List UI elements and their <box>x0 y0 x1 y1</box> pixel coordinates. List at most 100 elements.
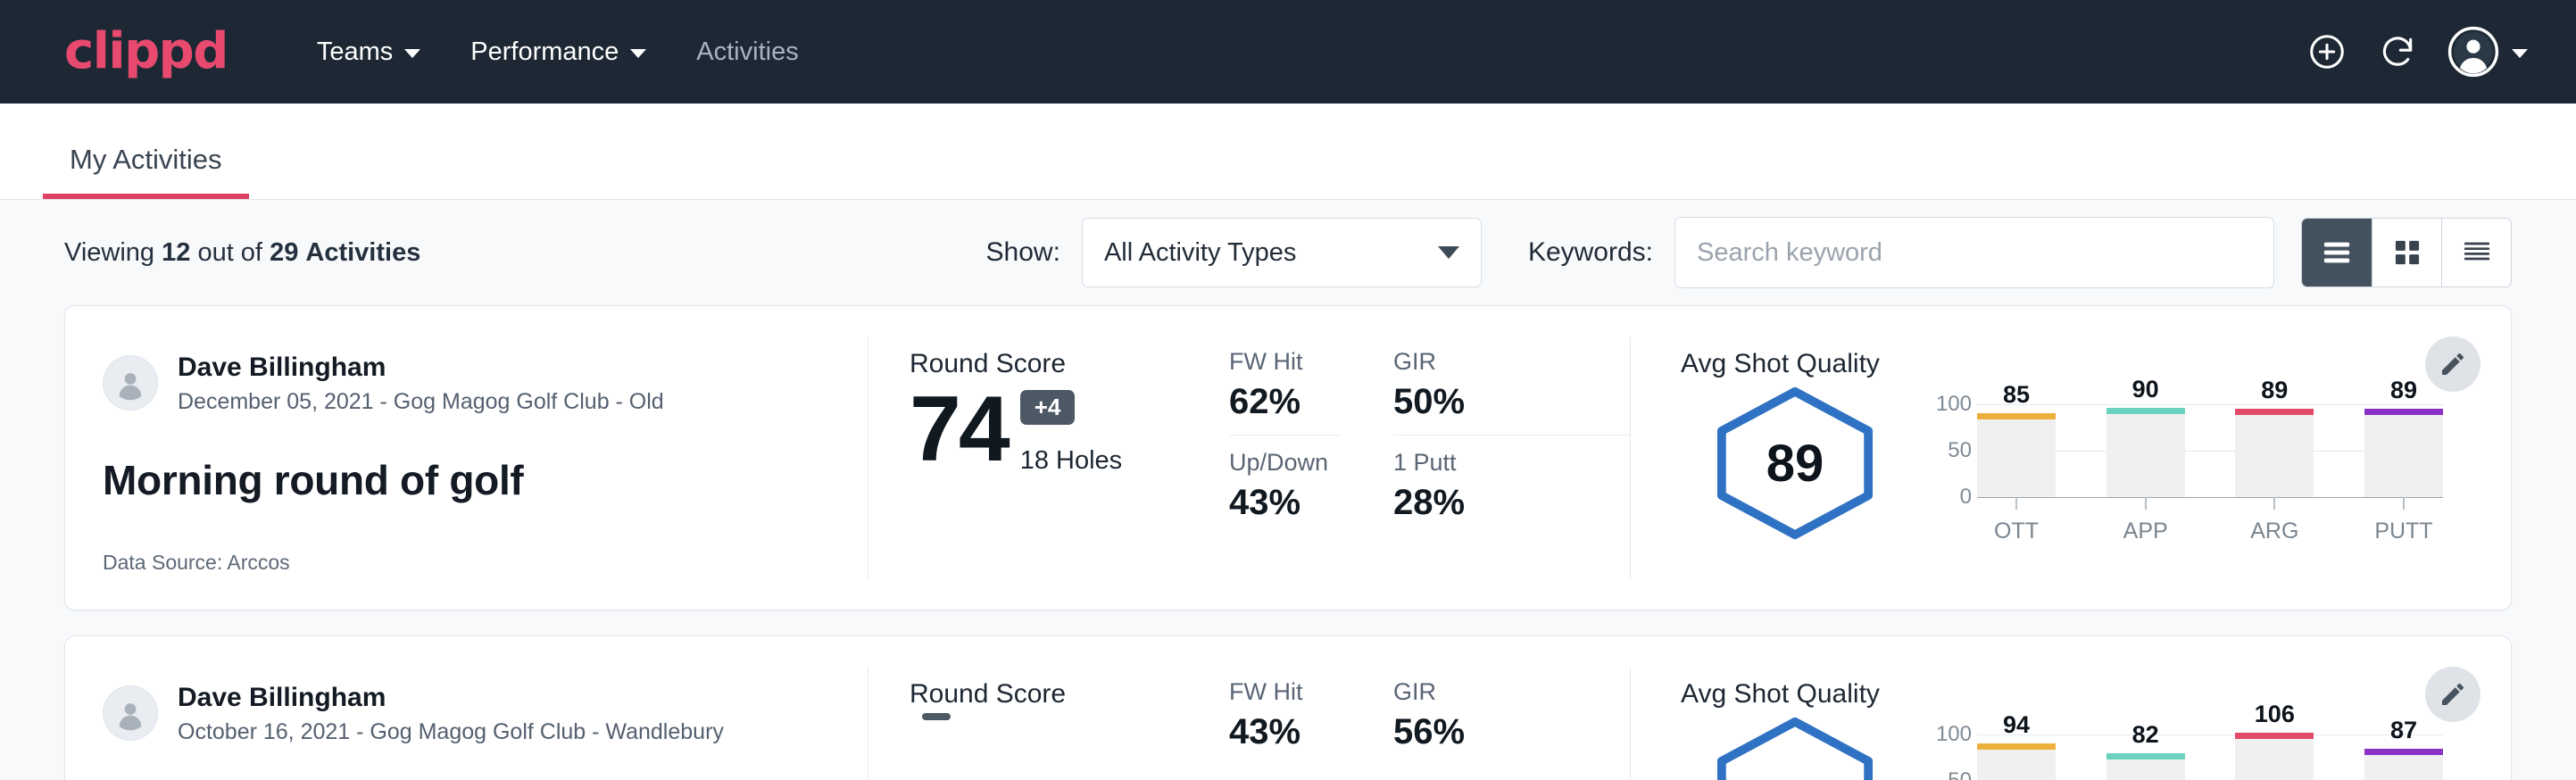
data-source: Data Source: Arccos <box>103 551 868 575</box>
bar-putt: 89 <box>2364 404 2443 497</box>
round-score-value-row <box>910 713 1229 780</box>
viewing-total: 29 <box>270 238 298 267</box>
activity-title: Morning round of golf <box>103 456 868 504</box>
round-score-section: Round Score 74 +4 18 Holes <box>868 306 1229 610</box>
bar-value: 106 <box>2235 701 2314 728</box>
avg-shot-quality-label: Avg Shot Quality <box>1681 679 2511 709</box>
activity-card[interactable]: Dave Billingham December 05, 2021 - Gog … <box>64 305 2512 610</box>
avg-shot-quality-section: Avg Shot Quality 89 100 50 0 <box>1631 306 2511 610</box>
quality-score: 89 <box>1708 385 1882 542</box>
user-avatar-icon <box>112 695 148 731</box>
chart-x-axis: OTT APP ARG PUTT <box>1977 497 2443 544</box>
user-menu[interactable] <box>2447 26 2528 78</box>
round-stats: FW Hit 62% GIR 50% Up/Down 43% 1 Putt 28… <box>1229 306 1631 610</box>
nav-item-label: Performance <box>470 37 619 67</box>
chart-bars: 94 82 106 <box>1977 734 2443 780</box>
bar-ott: 94 <box>1977 734 2056 780</box>
bar-value: 87 <box>2364 717 2443 744</box>
refresh-icon[interactable] <box>2378 32 2417 71</box>
avg-shot-quality-section: Avg Shot Quality 100 50 0 <box>1631 636 2511 780</box>
avatar <box>103 355 158 411</box>
bar-value: 82 <box>2107 721 2185 749</box>
pencil-icon <box>2439 350 2467 378</box>
x-label-ott: OTT <box>1977 519 2056 544</box>
tab-label: My Activities <box>70 144 222 175</box>
chevron-down-icon <box>404 49 420 58</box>
grid-view-icon <box>2393 238 2422 267</box>
score-delta-badge: +4 <box>1020 390 1076 425</box>
stat-label: 1 Putt <box>1393 448 1631 478</box>
search-input[interactable] <box>1674 217 2274 288</box>
stat-value: 56% <box>1393 708 1631 756</box>
top-navigation-bar: clippd Teams Performance Activities <box>0 0 2576 104</box>
stat-value: 28% <box>1393 478 1631 527</box>
bar-putt: 87 <box>2364 734 2443 780</box>
nav-item-label: Activities <box>696 37 798 67</box>
chevron-down-icon <box>1438 246 1459 259</box>
user-avatar-icon <box>2447 26 2499 78</box>
stat-gir: GIR 56% <box>1393 677 1631 756</box>
edit-activity-button[interactable] <box>2425 667 2480 722</box>
tab-my-activities[interactable]: My Activities <box>64 144 228 199</box>
activity-card[interactable]: Dave Billingham October 16, 2021 - Gog M… <box>64 635 2512 780</box>
bar-value: 89 <box>2235 377 2314 404</box>
main-content: Viewing 12 out of 29 Activities Show: Al… <box>0 200 2576 780</box>
round-score-value: 74 <box>910 383 1008 476</box>
stat-value: 43% <box>1229 708 1340 756</box>
quality-hexagon: 89 <box>1708 385 1882 542</box>
bar-app: 90 <box>2107 404 2185 497</box>
activity-info: Dave Billingham December 05, 2021 - Gog … <box>65 306 868 610</box>
view-toggle-group <box>2301 218 2512 287</box>
stat-gir: GIR 50% <box>1393 347 1631 448</box>
activity-type-select[interactable]: All Activity Types <box>1082 218 1482 287</box>
app-logo[interactable]: clippd <box>64 27 228 77</box>
bar-value: 90 <box>2107 376 2185 403</box>
edit-activity-button[interactable] <box>2425 336 2480 392</box>
stat-label: Up/Down <box>1229 448 1340 478</box>
primary-nav: Teams Performance Activities <box>292 0 824 104</box>
bar-arg: 106 <box>2235 734 2314 780</box>
shot-quality-chart: 100 50 0 94 82 <box>1925 715 2443 780</box>
stat-fw-hit: FW Hit 43% <box>1229 677 1340 756</box>
x-label-arg: ARG <box>2235 519 2314 544</box>
y-tick-100: 100 <box>1925 722 1972 747</box>
avg-shot-quality-label: Avg Shot Quality <box>1681 349 2511 379</box>
show-label: Show: <box>986 237 1060 268</box>
divider <box>1229 435 1340 436</box>
bar-app: 82 <box>2107 734 2185 780</box>
viewing-summary: Viewing 12 out of 29 Activities <box>64 238 420 268</box>
viewing-suffix: Activities <box>305 238 420 267</box>
keywords-label: Keywords: <box>1528 237 1653 268</box>
nav-item-teams[interactable]: Teams <box>292 0 445 104</box>
activity-meta: October 16, 2021 - Gog Magog Golf Club -… <box>178 718 724 745</box>
round-stats: FW Hit 43% GIR 56% <box>1229 636 1631 780</box>
player-name: Dave Billingham <box>178 681 724 715</box>
viewing-count: 12 <box>162 238 190 267</box>
divider <box>1393 435 1631 436</box>
compact-view-button[interactable] <box>2441 219 2511 286</box>
nav-item-performance[interactable]: Performance <box>445 0 671 104</box>
stat-label: GIR <box>1393 677 1631 708</box>
nav-item-activities[interactable]: Activities <box>671 0 823 104</box>
grid-view-button[interactable] <box>2372 219 2441 286</box>
chevron-down-icon <box>630 49 646 58</box>
bar-arg: 89 <box>2235 404 2314 497</box>
round-score-section: Round Score <box>868 636 1229 780</box>
pencil-icon <box>2439 680 2467 709</box>
stat-value: 50% <box>1393 378 1631 426</box>
viewing-mid: out of <box>197 238 262 267</box>
x-label-app: APP <box>2107 519 2185 544</box>
score-delta-badge <box>922 713 951 720</box>
y-tick-0: 0 <box>1925 485 1972 510</box>
plus-circle-icon[interactable] <box>2306 31 2347 72</box>
nav-actions <box>2306 26 2528 78</box>
round-score-label: Round Score <box>910 349 1229 379</box>
compact-view-icon <box>2462 239 2492 266</box>
quality-hexagon <box>1708 715 1882 780</box>
holes-count: 18 Holes <box>1020 446 1122 476</box>
stat-fw-hit: FW Hit 62% <box>1229 347 1340 448</box>
list-view-icon <box>2322 239 2352 266</box>
list-view-button[interactable] <box>2302 219 2372 286</box>
activity-type-select-value: All Activity Types <box>1104 238 1296 268</box>
y-tick-100: 100 <box>1925 392 1972 417</box>
